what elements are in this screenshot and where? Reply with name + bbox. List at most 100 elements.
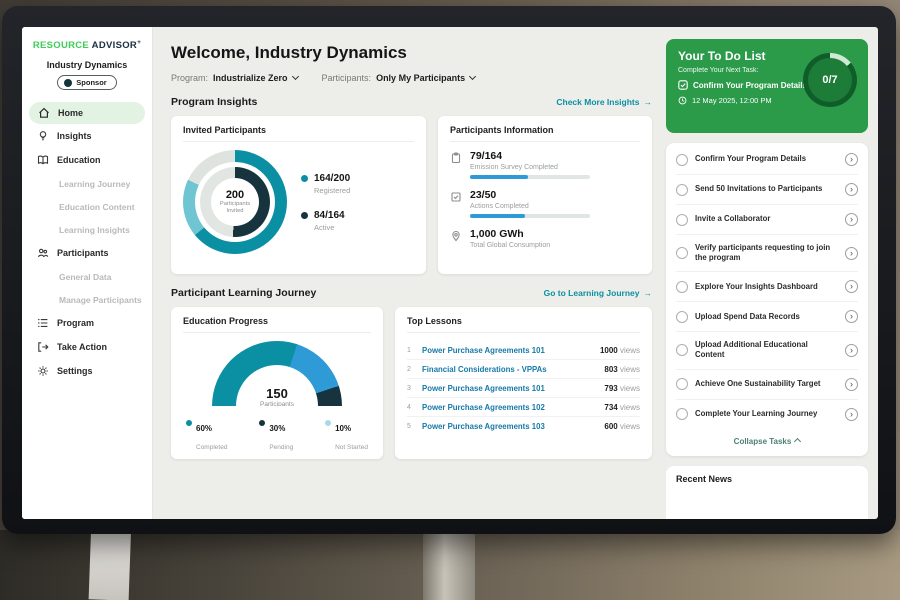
active-dot [301, 212, 308, 219]
stat-label: Total Global Consumption [470, 242, 550, 249]
task-checkbox[interactable] [676, 247, 688, 259]
section-title: Program Insights [171, 96, 257, 108]
sidebar-item-manage-participants[interactable]: Manage Participants [22, 288, 152, 311]
clock-icon [678, 96, 687, 105]
sidebar-subitem-label: Learning Journey [59, 179, 130, 189]
task-checkbox[interactable] [676, 378, 688, 390]
participants-information-card: Participants Information 79/164 Emission… [438, 116, 652, 274]
sidebar-item-take-action[interactable]: Take Action [22, 335, 152, 359]
sidebar-item-education-content[interactable]: Education Content [22, 195, 152, 218]
sidebar-subitem-label: Education Content [59, 202, 135, 212]
legend-completed: 60%Completed [186, 418, 227, 454]
legend-not-started: 10%Not Started [325, 418, 368, 454]
task-checkbox[interactable] [676, 281, 688, 293]
sponsor-badge-label: Sponsor [76, 78, 106, 87]
task-row-invite-collaborator[interactable]: Invite a Collaborator › [676, 205, 858, 235]
education-gauge-chart: 150 Participants [212, 341, 342, 406]
chevron-right-icon[interactable]: › [845, 183, 858, 196]
registered-label: Registered [314, 186, 350, 195]
sidebar-subitem-label: General Data [59, 272, 111, 282]
task-row-send-invitations[interactable]: Send 50 Invitations to Participants › [676, 175, 858, 205]
chevron-right-icon[interactable]: › [845, 408, 858, 421]
chevron-right-icon[interactable]: › [845, 153, 858, 166]
collapse-tasks-button[interactable]: Collapse Tasks [676, 429, 858, 454]
sidebar-item-learning-insights[interactable]: Learning Insights [22, 218, 152, 241]
chevron-right-icon[interactable]: › [845, 344, 858, 357]
go-to-learning-journey-link[interactable]: Go to Learning Journey → [544, 288, 652, 298]
org-name: Industry Dynamics [22, 60, 152, 70]
sidebar-item-insights[interactable]: Insights [22, 124, 152, 148]
invited-participants-card: Invited Participants 200 Participants In… [171, 116, 426, 274]
sponsor-badge[interactable]: Sponsor [57, 75, 116, 90]
task-label: Confirm Your Program Details [695, 154, 838, 164]
logo-primary: RESOURCE [33, 40, 89, 51]
chevron-right-icon[interactable]: › [845, 280, 858, 293]
task-checkbox[interactable] [676, 408, 688, 420]
lesson-views-count: 734 [604, 403, 617, 412]
sidebar-item-general-data[interactable]: General Data [22, 265, 152, 288]
sidebar-item-participants[interactable]: Participants [22, 241, 152, 265]
location-pin-icon [450, 230, 462, 242]
task-row-complete-learning-journey[interactable]: Complete Your Learning Journey › [676, 400, 858, 429]
participants-filter-label: Participants: [322, 73, 372, 83]
dashboard-screen: RESOURCE ADVISOR+ Industry Dynamics Spon… [22, 27, 878, 519]
lesson-title-link[interactable]: Power Purchase Agreements 101 [422, 346, 593, 355]
lesson-title-link[interactable]: Power Purchase Agreements 102 [422, 403, 597, 412]
main-content: Welcome, Industry Dynamics Program: Indu… [153, 27, 664, 519]
lesson-views-unit: views [620, 384, 640, 393]
sidebar-item-label: Insights [57, 131, 92, 141]
lesson-title-link[interactable]: Financial Considerations - VPPAs [422, 365, 597, 374]
gauge-center-label: Participants [212, 401, 342, 406]
lesson-rank: 3 [407, 385, 415, 392]
active-value: 84/164 [314, 210, 345, 221]
program-insights-header: Program Insights Check More Insights → [171, 96, 652, 108]
lesson-row: 2 Financial Considerations - VPPAs 803 v… [407, 360, 640, 379]
card-title: Invited Participants [183, 125, 414, 142]
task-checkbox[interactable] [676, 184, 688, 196]
sidebar-item-education[interactable]: Education [22, 148, 152, 172]
task-checkbox[interactable] [676, 154, 688, 166]
task-checkbox[interactable] [676, 344, 688, 356]
lesson-rank: 1 [407, 347, 415, 354]
monitor-bezel: RESOURCE ADVISOR+ Industry Dynamics Spon… [2, 6, 896, 534]
participants-filter-dropdown[interactable]: Only My Participants [376, 73, 475, 83]
chevron-right-icon[interactable]: › [845, 213, 858, 226]
chevron-right-icon[interactable]: › [845, 247, 858, 260]
task-row-confirm-program[interactable]: Confirm Your Program Details › [676, 145, 858, 175]
chevron-up-icon [794, 438, 801, 445]
chevron-right-icon[interactable]: › [845, 378, 858, 391]
lesson-title-link[interactable]: Power Purchase Agreements 103 [422, 422, 597, 431]
chevron-right-icon[interactable]: › [845, 310, 858, 323]
task-row-explore-insights[interactable]: Explore Your Insights Dashboard › [676, 272, 858, 302]
learning-journey-header: Participant Learning Journey Go to Learn… [171, 287, 652, 299]
invited-donut-chart: 200 Participants Invited [183, 150, 287, 254]
task-row-upload-educational-content[interactable]: Upload Additional Educational Content › [676, 332, 858, 369]
stat-actions-completed: 23/50 Actions Completed [450, 189, 640, 218]
participants-filter-value: Only My Participants [376, 73, 465, 83]
task-label: Achieve One Sustainability Target [695, 379, 838, 389]
sidebar-item-settings[interactable]: Settings [22, 359, 152, 383]
sidebar-item-program[interactable]: Program [22, 311, 152, 335]
task-row-achieve-target[interactable]: Achieve One Sustainability Target › [676, 370, 858, 400]
lesson-title-link[interactable]: Power Purchase Agreements 101 [422, 384, 597, 393]
registered-value: 164/200 [314, 173, 350, 184]
check-more-insights-link[interactable]: Check More Insights → [556, 97, 652, 107]
scene: RESOURCE ADVISOR+ Industry Dynamics Spon… [0, 0, 900, 600]
sidebar-item-home[interactable]: Home [29, 102, 145, 124]
sidebar-item-learning-journey[interactable]: Learning Journey [22, 172, 152, 195]
lesson-rank: 5 [407, 423, 415, 430]
legend-pct: 60% [196, 424, 212, 433]
task-label: Verify participants requesting to join t… [695, 243, 838, 263]
link-label: Check More Insights [556, 97, 639, 107]
stat-global-consumption: 1,000 GWh Total Global Consumption [450, 228, 640, 253]
logo-plus: + [137, 39, 141, 46]
page-title: Welcome, Industry Dynamics [171, 43, 652, 63]
chevron-down-icon [469, 73, 476, 80]
book-icon [37, 154, 49, 166]
task-row-upload-spend-data[interactable]: Upload Spend Data Records › [676, 302, 858, 332]
task-checkbox[interactable] [676, 214, 688, 226]
program-filter-dropdown[interactable]: Industrialize Zero [213, 73, 298, 83]
task-checkbox[interactable] [676, 311, 688, 323]
task-row-verify-participants[interactable]: Verify participants requesting to join t… [676, 235, 858, 272]
lesson-row: 4 Power Purchase Agreements 102 734 view… [407, 398, 640, 417]
